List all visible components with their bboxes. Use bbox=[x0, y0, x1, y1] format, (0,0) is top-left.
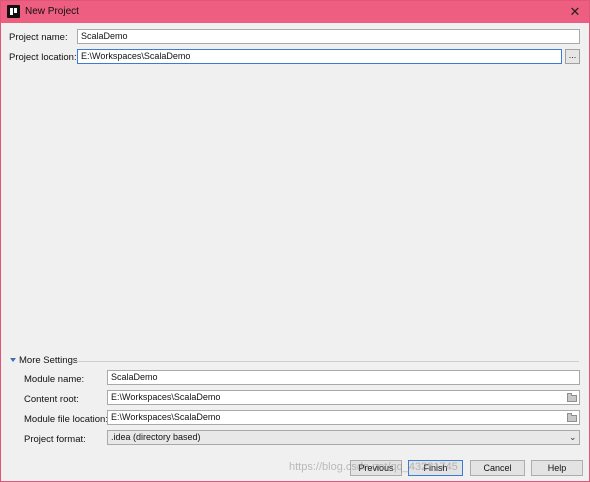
intellij-app-icon bbox=[7, 5, 20, 18]
section-divider bbox=[75, 361, 579, 362]
help-button[interactable]: Help bbox=[531, 460, 583, 476]
folder-icon[interactable] bbox=[567, 393, 577, 402]
project-name-input[interactable]: ScalaDemo bbox=[77, 29, 580, 44]
cancel-button[interactable]: Cancel bbox=[470, 460, 525, 476]
project-name-label: Project name: bbox=[9, 32, 68, 43]
module-name-input[interactable]: ScalaDemo bbox=[107, 370, 580, 385]
more-settings-header[interactable]: More Settings bbox=[19, 355, 78, 366]
project-format-select[interactable]: .idea (directory based) bbox=[107, 430, 580, 445]
collapse-caret-icon[interactable] bbox=[10, 358, 16, 362]
browse-location-button[interactable]: ... bbox=[565, 49, 580, 64]
content-root-label: Content root: bbox=[24, 394, 79, 405]
project-location-label: Project location: bbox=[9, 52, 77, 63]
project-location-input[interactable]: E:\Workspaces\ScalaDemo bbox=[77, 49, 562, 64]
content-root-input[interactable]: E:\Workspaces\ScalaDemo bbox=[107, 390, 580, 405]
module-file-location-input[interactable]: E:\Workspaces\ScalaDemo bbox=[107, 410, 580, 425]
module-name-label: Module name: bbox=[24, 374, 85, 385]
module-file-location-label: Module file location: bbox=[24, 414, 108, 425]
new-project-dialog: New Project ✕ Project name: ScalaDemo Pr… bbox=[0, 0, 590, 482]
window-title: New Project bbox=[25, 6, 79, 17]
folder-icon[interactable] bbox=[567, 413, 577, 422]
title-bar[interactable]: New Project ✕ bbox=[1, 1, 589, 23]
project-format-label: Project format: bbox=[24, 434, 86, 445]
watermark: https://blog.csdn.net/qq_43231745 bbox=[289, 461, 458, 473]
chevron-down-icon: ⌄ bbox=[569, 432, 577, 442]
close-button[interactable]: ✕ bbox=[567, 4, 583, 20]
